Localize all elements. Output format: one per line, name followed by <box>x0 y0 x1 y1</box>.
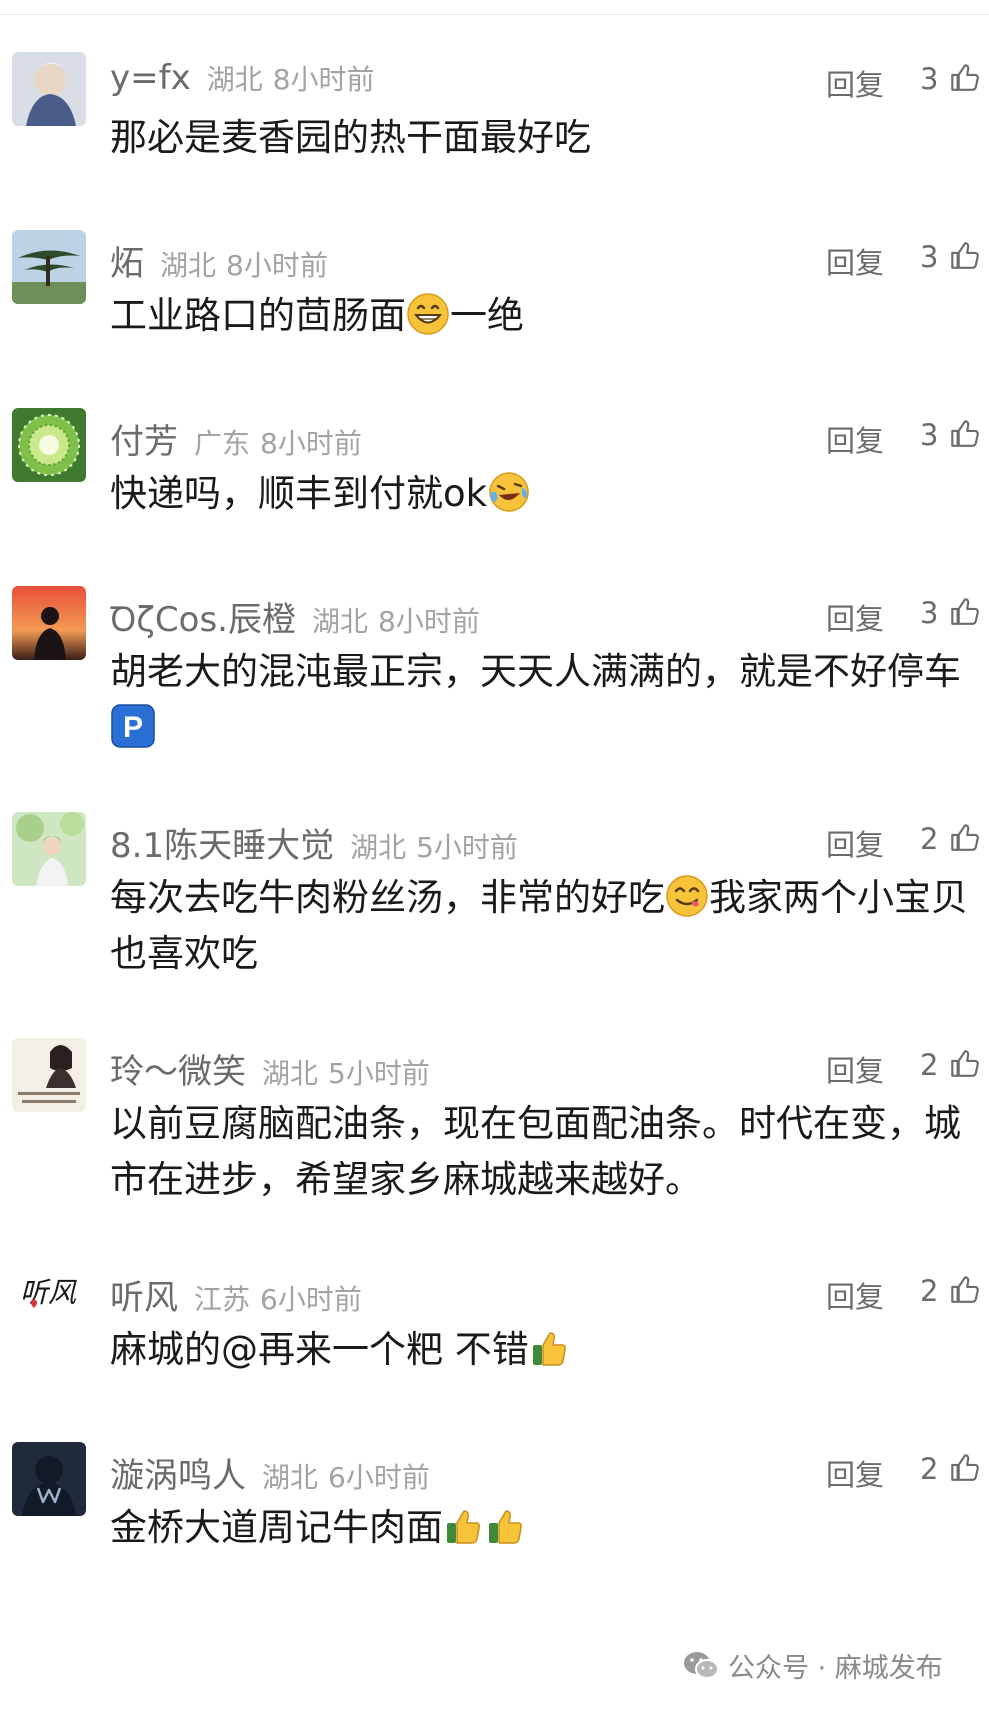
comment-text: 以前豆腐脑配油条，现在包面配油条。时代在变，城市在进步，希望家乡麻城越来越好。 <box>110 1096 980 1208</box>
timestamp: 5小时前 <box>328 1057 430 1090</box>
comment-text-part: 金桥大道周记牛肉面 <box>110 1506 443 1549</box>
like-count: 3 <box>920 418 939 452</box>
comment-text-part: 胡老大的混沌最正宗，天天人满满的，就是不好停车 <box>110 650 961 693</box>
like-count: 2 <box>920 1274 939 1308</box>
comment-text-part: 那必是麦香园的热干面最好吃 <box>110 116 591 159</box>
reply-button[interactable]: 回复 <box>826 822 884 864</box>
username[interactable]: 玲～微笑 <box>110 1044 246 1093</box>
avatar[interactable] <box>12 586 86 660</box>
thumbs-up-icon[interactable] <box>947 1046 981 1080</box>
thumbs-up-icon[interactable] <box>947 238 981 272</box>
reply-button[interactable]: 回复 <box>826 1274 884 1316</box>
comment-text: 胡老大的混沌最正宗，天天人满满的，就是不好停车 P <box>110 644 980 756</box>
region: 湖北 <box>160 249 217 282</box>
comment-text-part: 一绝 <box>450 294 524 337</box>
reply-button[interactable]: 回复 <box>826 1452 884 1494</box>
like-count: 2 <box>920 1048 939 1082</box>
comment-text-part: 每次去吃牛肉粉丝汤，非常的好吃 <box>110 876 665 919</box>
region: 湖北 <box>262 1057 319 1090</box>
reply-button[interactable]: 回复 <box>826 596 884 638</box>
wechat-icon <box>684 1651 719 1679</box>
timestamp: 8小时前 <box>272 63 375 96</box>
avatar-calligraphy: 听风 <box>20 1276 77 1309</box>
thumbs-up-emoji-icon <box>532 1331 566 1366</box>
comment-text: 工业路口的茴肠面 一绝 <box>110 288 980 344</box>
avatar[interactable] <box>12 1038 86 1112</box>
reply-button[interactable]: 回复 <box>826 1048 884 1090</box>
thumbs-up-icon[interactable] <box>947 60 981 94</box>
region: 江苏 <box>194 1283 251 1316</box>
like-count: 3 <box>920 240 939 274</box>
like-count: 3 <box>920 596 939 630</box>
thumbs-up-emoji-icon <box>447 1509 480 1544</box>
comment-text: 快递吗，顺丰到付就ok <box>110 466 980 522</box>
reply-button[interactable]: 回复 <box>826 240 884 282</box>
comment-text-part: 以前豆腐脑配油条，现在包面配油条。时代在变，城市在进步，希望家乡麻城越来越好。 <box>110 1102 961 1201</box>
region: 湖北 <box>311 605 368 638</box>
comment-meta: 漩涡鸣人 湖北 6小时前 <box>110 1448 430 1496</box>
thumbs-up-icon[interactable] <box>947 820 981 854</box>
parking-emoji-icon: P <box>111 703 155 748</box>
region: 广东 <box>194 427 251 460</box>
username[interactable]: 8.1陈天睡大觉 <box>110 818 334 867</box>
comment-meta: 付芳 广东 8小时前 <box>110 414 362 462</box>
laugh-cry-emoji-icon <box>489 471 529 512</box>
like-count: 2 <box>920 1452 939 1486</box>
watermark: 公众号 · 麻城发布 <box>682 1646 943 1685</box>
timestamp: 8小时前 <box>226 249 328 282</box>
region: 湖北 <box>206 63 263 96</box>
region: 湖北 <box>262 1461 319 1494</box>
username[interactable]: 听风 <box>110 1270 178 1319</box>
comment-text-part: 麻城的@再来一个粑 不错 <box>110 1328 529 1371</box>
avatar[interactable] <box>12 812 86 886</box>
username[interactable]: 炻 <box>110 236 144 285</box>
top-divider <box>0 14 989 15</box>
username[interactable]: 付芳 <box>110 414 178 463</box>
timestamp: 8小时前 <box>260 427 362 460</box>
parking-emoji-text: P <box>123 711 143 744</box>
grin-emoji-icon <box>407 292 449 335</box>
comment-meta: 玲～微笑 湖北 5小时前 <box>110 1044 430 1092</box>
thumbs-up-icon[interactable] <box>947 416 981 450</box>
comment-text: 麻城的@再来一个粑 不错 <box>110 1322 980 1378</box>
yum-emoji-icon <box>666 874 708 917</box>
comment-text-part: 工业路口的茴肠面 <box>110 294 406 337</box>
avatar[interactable]: 听风 <box>12 1264 86 1338</box>
username[interactable]: ꝹζCos.辰橙 <box>110 592 296 641</box>
comment-meta: y=fx 湖北 8小时前 <box>110 58 375 98</box>
thumbs-up-icon[interactable] <box>947 594 981 628</box>
thumbs-up-emoji-icon <box>489 1509 522 1544</box>
like-count: 2 <box>920 822 939 856</box>
comment-meta: 听风 江苏 6小时前 <box>110 1270 362 1318</box>
like-count: 3 <box>920 62 939 96</box>
reply-button[interactable]: 回复 <box>826 62 884 104</box>
avatar[interactable] <box>12 1442 86 1516</box>
avatar[interactable] <box>12 230 86 304</box>
comment-text: 金桥大道周记牛肉面 <box>110 1500 980 1556</box>
comment-meta: ꝹζCos.辰橙 湖北 8小时前 <box>110 592 480 640</box>
comment-text: 那必是麦香园的热干面最好吃 <box>110 110 980 166</box>
timestamp: 6小时前 <box>260 1283 362 1316</box>
watermark-label: 公众号 · 麻城发布 <box>728 1653 943 1684</box>
username[interactable]: y=fx <box>110 58 191 98</box>
reply-button[interactable]: 回复 <box>826 418 884 460</box>
comment-meta: 炻 湖北 8小时前 <box>110 236 328 284</box>
username[interactable]: 漩涡鸣人 <box>110 1448 246 1497</box>
timestamp: 8小时前 <box>378 605 480 638</box>
timestamp: 5小时前 <box>416 831 518 864</box>
comment-meta: 8.1陈天睡大觉 湖北 5小时前 <box>110 818 518 866</box>
avatar[interactable] <box>12 408 86 482</box>
thumbs-up-icon[interactable] <box>947 1450 981 1484</box>
thumbs-up-icon[interactable] <box>947 1272 981 1306</box>
avatar[interactable] <box>12 52 86 126</box>
timestamp: 6小时前 <box>328 1461 430 1494</box>
comment-text-part: 快递吗，顺丰到付就ok <box>110 472 488 515</box>
comment-text: 每次去吃牛肉粉丝汤，非常的好吃 我家两个小宝贝也喜欢吃 <box>110 870 980 982</box>
region: 湖北 <box>350 831 407 864</box>
